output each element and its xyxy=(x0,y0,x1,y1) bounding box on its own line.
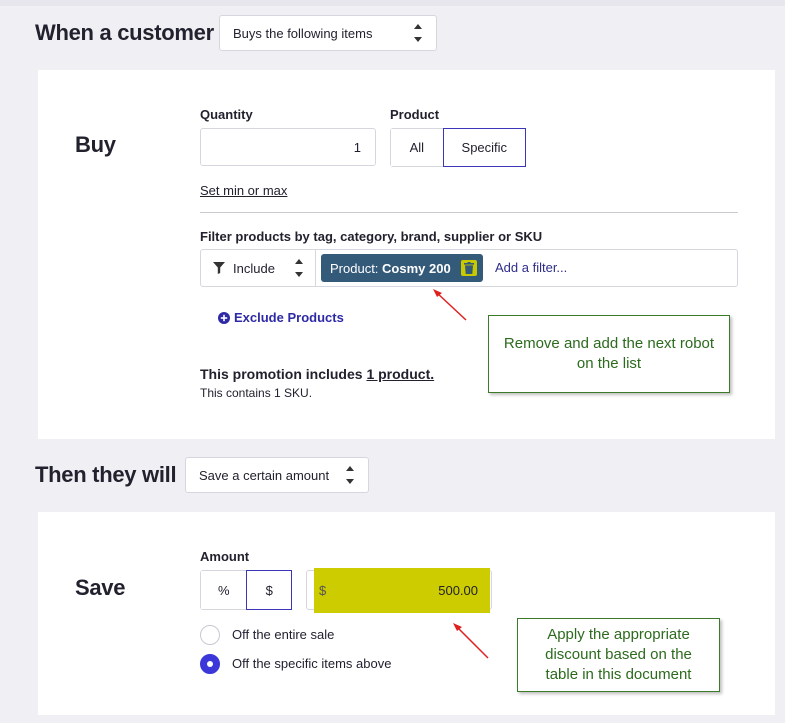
radio-option-specific-items[interactable]: Off the specific items above xyxy=(200,653,420,675)
add-filter-input[interactable]: Add a filter... xyxy=(495,260,567,275)
action-heading: Then they will xyxy=(35,462,177,487)
radio-button[interactable] xyxy=(200,625,220,645)
action-select-value: Save a certain amount xyxy=(199,467,330,483)
currency-symbol: $ xyxy=(319,583,327,598)
exclude-products-label: Exclude Products xyxy=(234,310,344,325)
unit-option-percent[interactable]: % xyxy=(201,571,247,609)
top-strip xyxy=(0,0,785,6)
filter-mode-value: Include xyxy=(233,260,275,276)
annotation-note-remove-text: Remove and add the next robot on the lis… xyxy=(503,335,715,372)
filter-label: Filter products by tag, category, brand,… xyxy=(200,229,543,244)
amount-input[interactable]: $ 500.00 xyxy=(314,568,490,613)
product-filter-chip[interactable]: Product: Cosmy 200 xyxy=(321,254,483,282)
trigger-select[interactable]: Buys the following items xyxy=(219,15,437,51)
radio-label: Off the specific items above xyxy=(232,656,392,671)
annotation-arrow-icon xyxy=(453,623,489,659)
chip-value: Cosmy 200 xyxy=(382,260,451,276)
buy-title: Buy xyxy=(75,132,116,157)
action-select[interactable]: Save a certain amount xyxy=(185,457,369,493)
exclude-products-link[interactable]: Exclude Products xyxy=(218,310,344,325)
select-chevron-icon xyxy=(414,24,422,42)
radio-option-entire-sale[interactable]: Off the entire sale xyxy=(200,624,400,646)
quantity-label: Quantity xyxy=(200,107,253,122)
filter-mode-chevron-icon xyxy=(295,259,303,277)
unit-option-dollar[interactable]: $ xyxy=(246,570,292,610)
annotation-arrow-icon xyxy=(433,289,467,321)
filter-funnel-icon xyxy=(213,262,225,274)
quantity-input[interactable]: 1 xyxy=(200,128,376,166)
summary-sku-text: This contains 1 SKU. xyxy=(200,386,313,400)
product-label: Product xyxy=(390,107,440,122)
chip-prefix: Product: xyxy=(330,260,383,276)
radio-label: Off the entire sale xyxy=(232,627,335,642)
trigger-select-value: Buys the following items xyxy=(233,25,373,41)
amount-value: 500.00 xyxy=(438,583,478,598)
summary-product-link[interactable]: 1 product. xyxy=(366,366,434,382)
product-segmented: All Specific xyxy=(390,128,526,167)
trigger-heading: When a customer xyxy=(35,20,214,45)
save-title: Save xyxy=(75,575,126,600)
divider xyxy=(200,212,738,213)
filter-mode-select[interactable]: Include xyxy=(201,250,316,286)
quantity-value: 1 xyxy=(353,139,361,155)
summary-prefix: This promotion includes xyxy=(200,366,367,382)
product-option-specific[interactable]: Specific xyxy=(442,128,526,167)
product-option-all[interactable]: All xyxy=(391,129,443,166)
plus-circle-icon xyxy=(218,311,230,324)
trash-icon[interactable] xyxy=(461,260,477,276)
promotion-summary: This promotion includes 1 product. xyxy=(200,366,434,382)
amount-label: Amount xyxy=(200,549,250,564)
set-min-max-link[interactable]: Set min or max xyxy=(200,183,287,198)
annotation-note-discount-text: Apply the appropriate discount based on … xyxy=(545,626,692,683)
unit-segmented: % $ xyxy=(200,570,292,610)
annotation-note-remove: Remove and add the next robot on the lis… xyxy=(488,315,730,393)
select-chevron-icon xyxy=(346,466,354,484)
annotation-note-discount: Apply the appropriate discount based on … xyxy=(517,618,720,692)
radio-button-checked[interactable] xyxy=(200,654,220,674)
